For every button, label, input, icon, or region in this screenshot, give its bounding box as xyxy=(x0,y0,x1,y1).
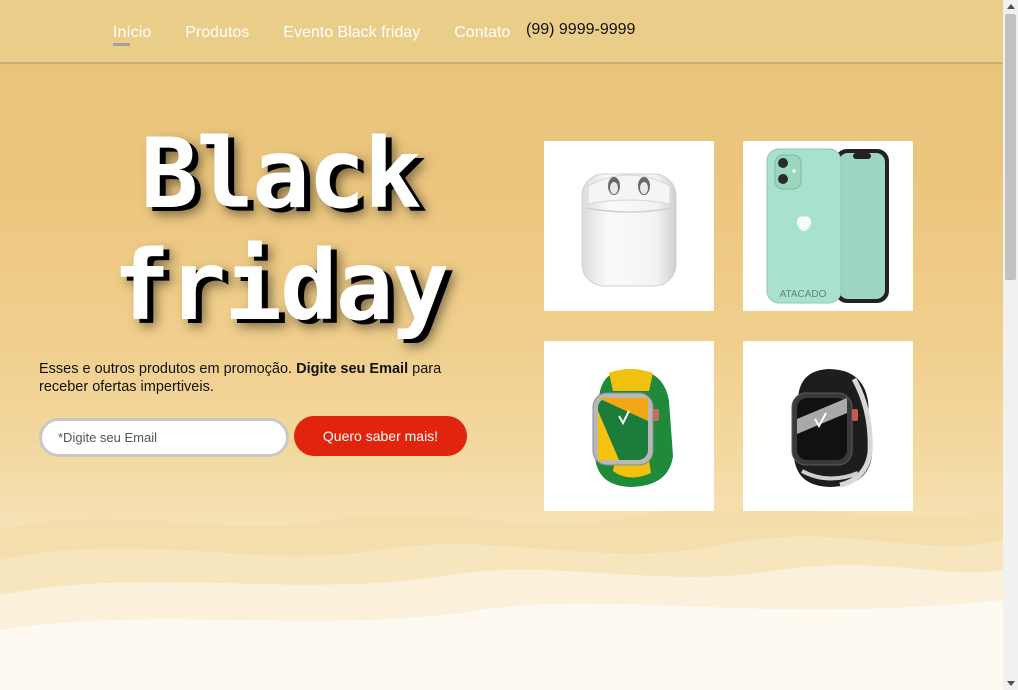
product-card-watch-green[interactable] xyxy=(544,341,714,511)
scrollbar-thumb[interactable] xyxy=(1005,14,1016,280)
hero-title: Black friday xyxy=(100,118,460,342)
nav-item-evento-black-friday[interactable]: Evento Black friday xyxy=(283,24,420,42)
green-watch-icon xyxy=(592,369,673,487)
iphone-icon: ATACADO xyxy=(766,148,889,304)
nav-item-inicio[interactable]: Início xyxy=(113,24,151,46)
watermark-text: ATACADO xyxy=(780,289,827,300)
product-card-iphone[interactable]: ATACADO xyxy=(743,141,913,311)
vertical-scrollbar[interactable] xyxy=(1003,0,1018,690)
product-card-watch-black[interactable] xyxy=(743,341,913,511)
nav-item-produtos[interactable]: Produtos xyxy=(185,24,249,42)
hero-title-line1: Black xyxy=(140,118,422,230)
nav-item-contato[interactable]: Contato xyxy=(454,24,510,42)
black-watch-icon xyxy=(791,369,873,488)
product-card-airpods[interactable] xyxy=(544,141,714,311)
scroll-down-icon[interactable] xyxy=(1007,681,1015,686)
top-navbar: Início Produtos Evento Black friday Cont… xyxy=(0,0,1003,64)
hero-title-line2: friday xyxy=(112,230,450,342)
main-nav: Início Produtos Evento Black friday Cont… xyxy=(113,24,544,46)
scroll-up-icon[interactable] xyxy=(1007,4,1015,9)
email-input[interactable] xyxy=(39,418,289,457)
cta-button[interactable]: Quero saber mais! xyxy=(294,416,467,456)
hero-tagline: Esses e outros produtos em promoção. Dig… xyxy=(39,360,479,396)
phone-number: (99) 9999-9999 xyxy=(526,21,636,38)
airpods-icon xyxy=(581,173,677,287)
tagline-text: Esses e outros produtos em promoção. xyxy=(39,361,297,377)
page: Início Produtos Evento Black friday Cont… xyxy=(0,0,1003,690)
tagline-bold: Digite seu Email xyxy=(296,361,409,377)
